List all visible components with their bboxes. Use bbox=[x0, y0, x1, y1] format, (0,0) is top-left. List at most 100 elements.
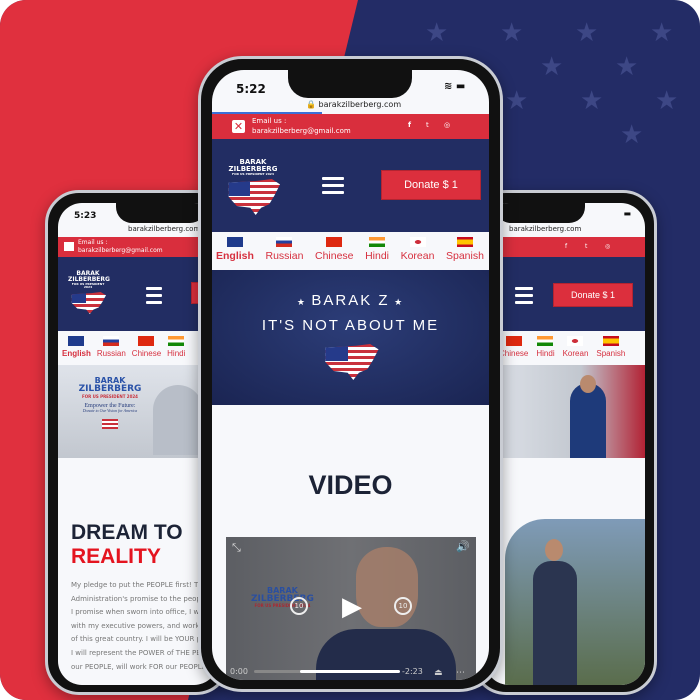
url-bar[interactable]: barakzilberberg.com bbox=[509, 225, 581, 233]
star-icon: ★ bbox=[620, 120, 644, 150]
lang-english[interactable]: English bbox=[62, 336, 91, 365]
lang-hindi[interactable]: Hindi bbox=[536, 336, 555, 365]
lang-chinese[interactable]: Chinese bbox=[132, 336, 161, 365]
skip-back-icon[interactable]: 10 bbox=[290, 597, 308, 615]
us-flag-icon bbox=[102, 418, 118, 429]
language-bar: English Russian Chinese Hindi bbox=[58, 331, 218, 365]
spain-flag-icon bbox=[456, 237, 473, 247]
lang-korean[interactable]: Korean bbox=[401, 237, 434, 270]
donate-button[interactable]: Donate $ 1 bbox=[553, 283, 633, 307]
section-heading: DREAM TO REALITY bbox=[71, 521, 183, 569]
pledge-paragraph: My pledge to put the PEOPLE first! Th Adm… bbox=[71, 581, 214, 671]
uk-flag-icon bbox=[68, 336, 85, 346]
lang-spanish[interactable]: Spanish bbox=[446, 237, 484, 270]
logo[interactable]: BARAK ZILBERBERG FOR US PRESIDENT 2024 bbox=[224, 159, 282, 215]
star-icon: ★ bbox=[500, 18, 524, 48]
uk-flag-icon bbox=[226, 237, 243, 247]
china-flag-icon bbox=[326, 237, 343, 247]
instagram-icon[interactable]: ◎ bbox=[605, 243, 610, 250]
korea-flag-icon bbox=[409, 237, 426, 247]
twitter-icon[interactable]: t bbox=[426, 121, 429, 129]
notch bbox=[288, 70, 412, 98]
hero-banner: ★ BARAK Z ★ IT'S NOT ABOUT ME bbox=[212, 270, 489, 405]
skip-forward-icon[interactable]: 10 bbox=[394, 597, 412, 615]
facebook-icon[interactable]: f bbox=[565, 243, 567, 250]
airplay-icon[interactable]: ⏏ bbox=[434, 668, 443, 678]
star-icon: ★ bbox=[505, 86, 529, 116]
lang-chinese[interactable]: Chinese bbox=[315, 237, 354, 270]
russia-flag-icon bbox=[103, 336, 120, 346]
twitter-icon[interactable]: t bbox=[585, 243, 587, 250]
right-phone-screen: ▬ barakzilberberg.com f t ◎ Donate $ 1 C… bbox=[485, 203, 645, 685]
capitol-image bbox=[153, 385, 203, 455]
lang-hindi[interactable]: Hindi bbox=[365, 237, 389, 270]
home-indicator bbox=[300, 670, 400, 673]
star-icon: ★ bbox=[425, 18, 449, 48]
email-link[interactable]: barakzilberberg@gmail.com bbox=[78, 247, 163, 254]
us-map-icon bbox=[325, 344, 379, 380]
donate-button[interactable]: Donate $ 1 bbox=[381, 170, 481, 200]
left-phone-screen: 5:23 barakzilberberg.com Email us : bara… bbox=[58, 203, 218, 685]
center-phone: 5:22 ≋ ▬ 🔒 barakzilberberg.com ✕ Email u… bbox=[198, 56, 503, 692]
hero-banner: BARAK ZILBERBERG FOR US PRESIDENT 2024 E… bbox=[58, 365, 218, 458]
facebook-icon[interactable]: f bbox=[408, 121, 411, 129]
star-icon: ★ bbox=[655, 86, 679, 116]
header: BARAKZILBERBERGFOR US PRESIDENT 2024 Don… bbox=[58, 257, 218, 331]
wifi-battery-icon: ≋ ▬ bbox=[444, 81, 466, 92]
volume-icon[interactable]: 🔊 bbox=[456, 540, 470, 553]
logo[interactable]: BARAK ZILBERBERG FOR US PRESIDENT 2024 bbox=[68, 271, 110, 314]
url-bar[interactable]: 🔒 barakzilberberg.com bbox=[306, 100, 401, 109]
top-bar: ✕ Email us : barakzilberberg@gmail.com f… bbox=[212, 114, 489, 139]
menu-icon[interactable] bbox=[322, 177, 344, 198]
header: BARAKZILBERBERGFOR US PRESIDENT 2024 Don… bbox=[212, 139, 489, 232]
lang-spanish[interactable]: Spanish bbox=[596, 336, 625, 365]
language-bar: English Russian Chinese Hindi Korean Spa… bbox=[212, 232, 489, 270]
notch bbox=[495, 203, 585, 223]
status-time: 5:23 bbox=[74, 211, 97, 221]
notch bbox=[116, 203, 206, 223]
video-player[interactable]: BARAK ZILBERBERG FOR US PRESIDENT 2024 ⤡… bbox=[226, 537, 476, 680]
language-bar: Chinese Hindi Korean Spanish bbox=[485, 331, 645, 365]
instagram-icon[interactable]: ◎ bbox=[444, 121, 450, 129]
banner-line2: IT'S NOT ABOUT ME bbox=[261, 317, 440, 334]
banner-line1: ★ BARAK Z ★ bbox=[296, 292, 405, 309]
fullscreen-icon[interactable]: ⤡ bbox=[232, 541, 241, 555]
lang-chinese[interactable]: Chinese bbox=[499, 336, 528, 365]
status-time: 5:22 bbox=[236, 82, 266, 96]
video-frame-face bbox=[356, 547, 418, 627]
star-icon: ★ bbox=[540, 52, 564, 82]
center-phone-screen: 5:22 ≋ ▬ 🔒 barakzilberberg.com ✕ Email u… bbox=[212, 70, 489, 680]
email-icon bbox=[64, 242, 74, 251]
menu-icon[interactable] bbox=[515, 287, 533, 308]
candidate-image bbox=[570, 383, 606, 458]
lang-russian[interactable]: Russian bbox=[265, 237, 303, 270]
top-bar: f t ◎ bbox=[485, 237, 645, 257]
hero-banner-candidate bbox=[485, 365, 645, 458]
star-icon: ★ bbox=[650, 18, 674, 48]
current-time: 0:00 bbox=[230, 667, 248, 676]
more-icon[interactable]: ⋯ bbox=[456, 668, 465, 678]
us-map-icon bbox=[228, 179, 280, 215]
star-icon: ★ bbox=[575, 18, 599, 48]
star-icon: ★ bbox=[615, 52, 639, 82]
lang-english[interactable]: English bbox=[216, 237, 254, 270]
russia-flag-icon bbox=[276, 237, 293, 247]
menu-icon[interactable] bbox=[146, 287, 162, 308]
url-bar[interactable]: barakzilberberg.com bbox=[128, 225, 200, 233]
remaining-time: -2:23 bbox=[402, 667, 423, 676]
china-flag-icon bbox=[138, 336, 155, 346]
lang-korean[interactable]: Korean bbox=[563, 336, 588, 365]
header: Donate $ 1 bbox=[485, 257, 645, 331]
candidate-speaking-image bbox=[505, 519, 645, 685]
top-bar: Email us : barakzilberberg@gmail.com bbox=[58, 237, 218, 257]
email-icon: ✕ bbox=[232, 120, 245, 133]
star-icon: ★ bbox=[580, 86, 604, 116]
play-icon[interactable]: ▶ bbox=[342, 592, 362, 622]
lang-hindi[interactable]: Hindi bbox=[167, 336, 185, 365]
india-flag-icon bbox=[369, 237, 386, 247]
battery-icon: ▬ bbox=[623, 209, 631, 218]
section-title: VIDEO bbox=[308, 470, 393, 500]
lang-russian[interactable]: Russian bbox=[97, 336, 126, 365]
email-link[interactable]: barakzilberberg@gmail.com bbox=[252, 127, 351, 135]
us-map-icon bbox=[71, 292, 106, 314]
